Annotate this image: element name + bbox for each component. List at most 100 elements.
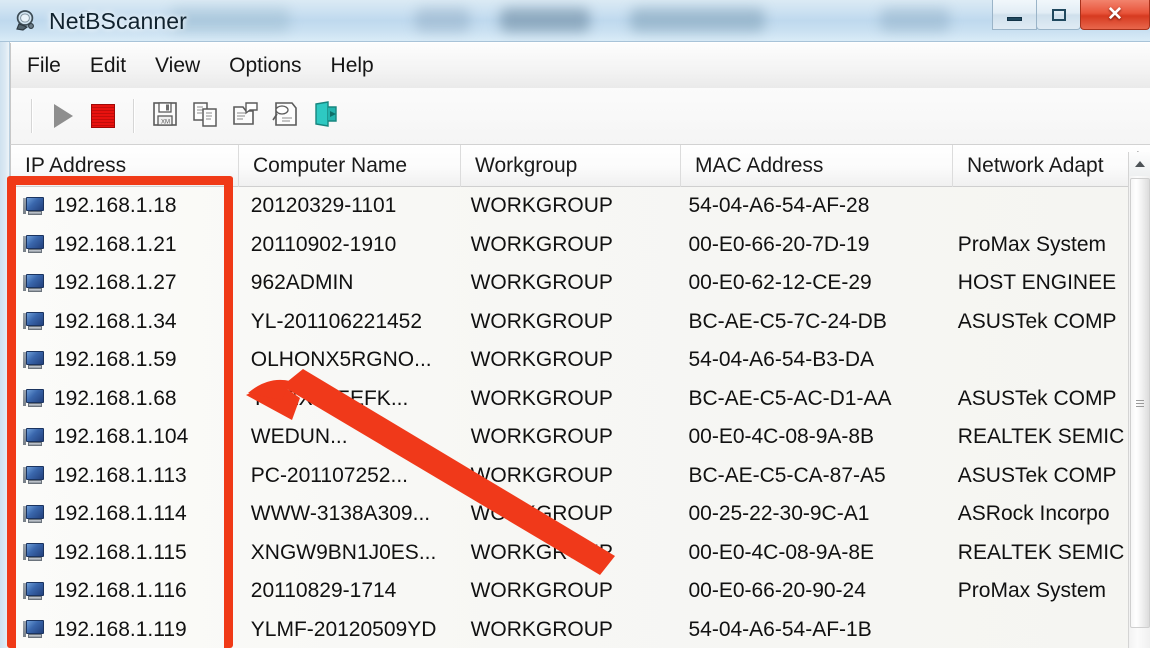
cell-workgroup: WORKGROUP [470,425,613,449]
html-report-icon [270,99,300,134]
properties-button[interactable] [225,96,265,136]
table-row[interactable]: 192.168.1.114 WWW-3138A309... WORKGROUP 00-… [11,495,1128,534]
cell-computer-name: 20110902-1910 [250,232,397,256]
glass-blur-artifact [880,8,950,32]
column-header-network-adapter-label: Network Adapt [967,153,1104,177]
cell-ip-address-label: 192.168.1.34 [54,309,177,333]
netbscanner-window: NetBScanner ✕ File Edit View Options Hel… [0,0,1150,648]
cell-ip-address-label: 192.168.1.115 [54,540,187,564]
glass-blur-artifact [500,8,590,32]
scroll-grip-lines [1136,398,1144,409]
copy-pages-icon [190,99,220,134]
menu-view[interactable]: View [155,52,216,80]
cell-computer-name: PC-201107252... [250,463,408,487]
cell-workgroup: WORKGROUP [470,386,613,410]
minimize-button[interactable] [992,0,1037,30]
html-report-button[interactable] [265,96,305,136]
cell-computer-name: WEDUN... [250,425,348,449]
cell-network-adapter: ASUSTek COMP [957,463,1117,487]
copy-button[interactable] [185,96,225,136]
table-row[interactable]: 192.168.1.104 WEDUN... WORKGROUP 00-E0-4C-0… [11,418,1128,457]
cell-ip-address: 192.168.1.68 [11,387,237,411]
computer-monitor-icon [23,466,45,485]
column-header-ip-address[interactable]: IP Address [11,144,239,187]
cell-mac-address: 54-04-A6-54-AF-1B [688,617,872,641]
title-bar[interactable]: NetBScanner ✕ [0,0,1150,42]
menu-options[interactable]: Options [229,52,317,80]
cell-mac-address: 00-E0-4C-08-9A-8B [688,425,875,449]
table-row[interactable]: 192.168.1.116 20110829-1714 WORKGROUP 00-E0… [11,572,1128,611]
computer-monitor-icon [23,350,45,370]
table-row[interactable]: 192.168.1.18 20120329-1101 WORKGROUP 54-04-… [11,187,1128,226]
title-bar-left: NetBScanner [14,4,187,38]
cell-workgroup: WORKGROUP [470,617,613,641]
cell-computer-name: 20120329-1101 [250,194,397,218]
computer-monitor-icon [23,196,45,216]
table-row[interactable]: 192.168.1.68 Y…ZX92EEFK... WORKGROUP BC-AE-… [11,380,1128,419]
table-row[interactable]: 192.168.1.59 OLHONX5RGNO... WORKGROUP 54-04… [11,341,1128,380]
cell-ip-address: 192.168.1.21 [11,233,237,257]
cell-mac-address: 54-04-A6-54-B3-DA [688,348,875,372]
computer-monitor-icon [23,312,45,331]
menu-bar: File Edit View Options Help [10,43,1150,88]
cell-ip-address-label: 192.168.1.68 [54,386,177,410]
menu-edit[interactable]: Edit [90,52,142,80]
maximize-icon [1051,8,1066,21]
cell-ip-address: 192.168.1.59 [11,348,237,372]
menu-file[interactable]: File [27,52,77,80]
computer-monitor-icon [23,543,45,562]
column-header-computer-name[interactable]: Computer Name [239,144,461,187]
start-scan-button[interactable] [43,96,83,136]
cell-ip-address-label: 192.168.1.27 [54,271,177,295]
cell-ip-address: 192.168.1.114 [11,502,237,526]
save-button[interactable]: XM [145,96,185,136]
maximize-button[interactable] [1036,0,1081,30]
table-row[interactable]: 192.168.1.113 PC-201107252... WORKGROUP BC-… [11,457,1128,496]
table-row[interactable]: 192.168.1.21 20110902-1910 WORKGROUP 00-E0-… [11,226,1128,265]
cell-mac-address: BC-AE-C5-AC-D1-AA [688,386,892,410]
cell-network-adapter: REALTEK SEMIC [957,540,1125,564]
cell-workgroup: WORKGROUP [470,232,613,256]
cell-mac-address: BC-AE-C5-7C-24-DB [688,309,887,333]
scroll-thumb[interactable] [1130,178,1150,628]
table-row[interactable]: 192.168.1.119 YLMF-20120509YD WORKGROUP 54-… [11,611,1128,648]
glass-blur-artifact [630,8,765,32]
cell-mac-address: 00-E0-66-20-90-24 [688,579,866,603]
cell-network-adapter: ProMax System [957,232,1106,256]
cell-ip-address: 192.168.1.119 [11,618,237,642]
table-row[interactable]: 192.168.1.27 962ADMIN WORKGROUP 00-E0-62-12… [11,264,1128,303]
cell-network-adapter: REALTEK SEMIC [957,425,1125,449]
column-header-workgroup[interactable]: Workgroup [461,144,681,187]
cell-computer-name: 962ADMIN [250,271,354,295]
table-row[interactable]: 192.168.1.115 XNGW9BN1J0ES... WORKGROUP 00-… [11,534,1128,573]
close-button[interactable]: ✕ [1080,0,1150,30]
cell-network-adapter: ASRock Incorpo [957,502,1110,526]
window-title: NetBScanner [49,7,187,34]
cell-workgroup: WORKGROUP [470,540,613,564]
column-header-network-adapter[interactable]: Network Adapt ⌃ [953,145,1149,187]
cell-ip-address: 192.168.1.115 [11,541,237,565]
cell-mac-address: 00-E0-62-12-CE-29 [688,271,872,295]
vertical-scrollbar[interactable] [1128,152,1150,648]
cell-ip-address-label: 192.168.1.113 [54,463,187,487]
scroll-up-arrow-icon[interactable] [1129,152,1150,176]
exit-button[interactable] [305,96,345,136]
computer-monitor-icon [23,389,45,408]
column-header-mac-address[interactable]: MAC Address [681,144,953,187]
play-triangle-icon [53,104,73,128]
table-row[interactable]: 192.168.1.34 YL-201106221452 WORKGROUP BC-A… [11,303,1128,342]
menu-help[interactable]: Help [331,52,390,80]
cell-computer-name: 20110829-1714 [250,579,397,603]
device-list[interactable]: 192.168.1.18 20120329-1101 WORKGROUP 54-04-… [10,187,1128,648]
cell-computer-name: Y…ZX92EEFK... [250,386,409,410]
minimize-icon [1007,16,1022,21]
computer-monitor-icon [23,273,45,293]
cell-mac-address: BC-AE-C5-CA-87-A5 [688,463,886,487]
stop-scan-button[interactable] [83,96,123,136]
cell-computer-name: YLMF-20120509YD [250,617,437,641]
svg-text:XM: XM [161,119,170,125]
window-controls: ✕ [992,0,1150,34]
computer-monitor-icon [23,504,45,524]
cell-mac-address: 00-E0-66-20-7D-19 [688,232,870,256]
cell-ip-address: 192.168.1.34 [11,310,237,334]
